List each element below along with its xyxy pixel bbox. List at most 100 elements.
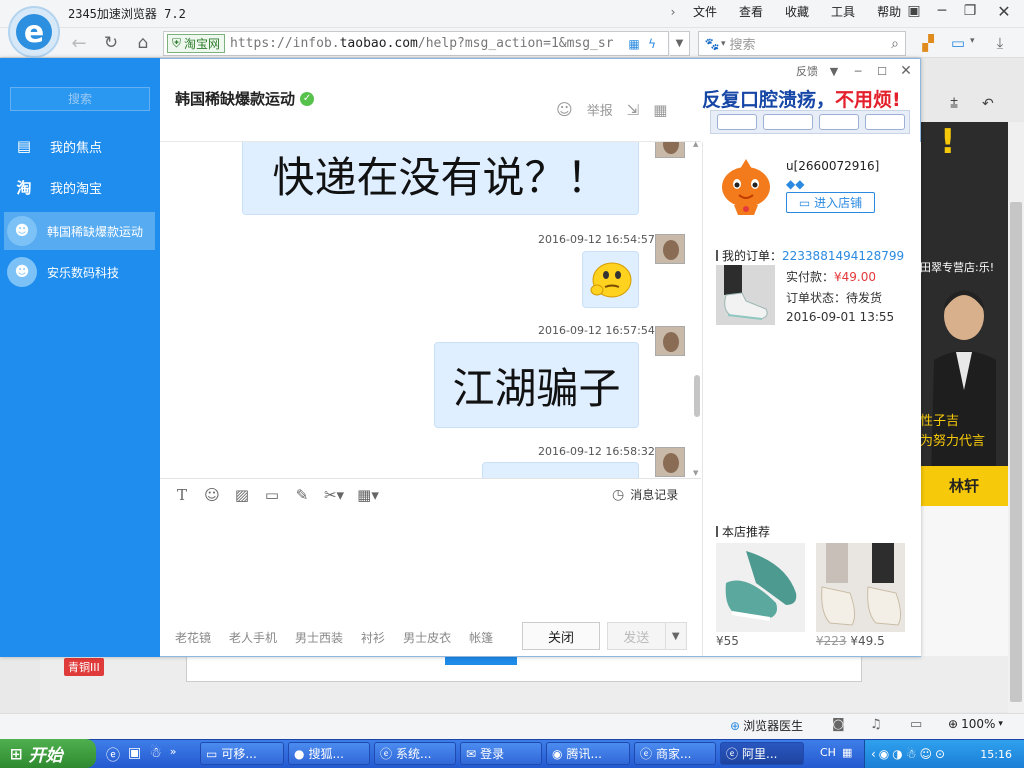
- search-engine-dropdown-icon[interactable]: ▾: [721, 39, 726, 49]
- url-text[interactable]: https://infob.taobao.com/help?msg_action…: [230, 36, 625, 51]
- menu-favorites[interactable]: 收藏: [774, 3, 820, 21]
- keyboard-icon[interactable]: ▦: [842, 746, 852, 759]
- message-scrollbar-thumb[interactable]: [694, 375, 700, 417]
- taskbar-item[interactable]: ⓔ 系统...: [374, 742, 456, 765]
- emoji-icon[interactable]: ☺: [197, 486, 227, 504]
- maximize-icon[interactable]: ☐: [874, 65, 890, 78]
- sidebar-item-store-korea[interactable]: ☻ 韩国稀缺爆款运动: [4, 212, 155, 250]
- message-scrollbar[interactable]: ▲ ▼: [693, 140, 701, 478]
- share-icon[interactable]: ⩲: [950, 96, 958, 112]
- close-chat-button[interactable]: 关闭: [522, 622, 600, 650]
- close-icon[interactable]: ✕: [898, 63, 914, 79]
- order-product-image[interactable]: [716, 265, 775, 325]
- menu-view[interactable]: 查看: [728, 3, 774, 21]
- tray-icons[interactable]: ‹◉◑☃☺⊙: [871, 747, 948, 761]
- menu-file[interactable]: 文件: [682, 3, 728, 21]
- start-button[interactable]: ⊞ 开始: [0, 739, 96, 768]
- taskbar-item[interactable]: ◉ 腾讯...: [546, 742, 630, 765]
- sidebar-item-focus[interactable]: ▤ 我的焦点: [4, 127, 155, 165]
- transfer-icon[interactable]: ⇲: [627, 101, 640, 119]
- sender-avatar: [655, 326, 685, 356]
- font-icon[interactable]: T: [167, 486, 197, 504]
- qr-icon[interactable]: ▦: [625, 37, 643, 51]
- minimize-icon[interactable]: ─: [850, 65, 866, 78]
- edit-icon[interactable]: ✎: [287, 486, 317, 504]
- browser-icon[interactable]: ⓔ: [106, 745, 120, 765]
- add-contact-icon[interactable]: ☺: [556, 100, 573, 119]
- level-badge: 青铜III: [64, 658, 104, 676]
- refresh-icon[interactable]: ↻: [100, 33, 122, 53]
- phrase-item[interactable]: 衬衫: [361, 629, 385, 646]
- order-number-link[interactable]: 2233881494128799: [782, 249, 904, 263]
- banner-shop-name: 田翠专营店:乐!: [920, 261, 995, 274]
- language-indicator[interactable]: CH: [820, 746, 836, 759]
- restore-button[interactable]: ❐: [956, 0, 984, 22]
- search-input[interactable]: 搜索: [730, 34, 756, 53]
- chevron-down-icon[interactable]: ▾: [970, 36, 975, 46]
- back-icon[interactable]: ←: [68, 33, 90, 54]
- quick-launch: ⓔ ▣ ☃ »: [106, 745, 177, 765]
- phrase-item[interactable]: 老花镜: [175, 629, 211, 646]
- search-icon[interactable]: ⌕: [891, 36, 899, 52]
- message-list[interactable]: 快递在没有说？！ 2016-09-12 16:54:57 2016-09-12 …: [160, 142, 701, 478]
- dropdown-icon[interactable]: ▼: [826, 65, 842, 78]
- menu-tools[interactable]: 工具: [820, 3, 866, 21]
- qq-icon[interactable]: ☃: [149, 745, 162, 765]
- apps-icon[interactable]: ▞: [918, 33, 938, 53]
- scroll-down-icon[interactable]: ▼: [693, 469, 698, 477]
- phrase-item[interactable]: 男士西装: [295, 629, 343, 646]
- address-bar[interactable]: ⛨ 淘宝网 https://infob.taobao.com/help?msg_a…: [163, 31, 669, 56]
- phrase-item[interactable]: 帐篷: [469, 629, 493, 646]
- taskbar-item-active[interactable]: ⓔ 阿里...: [720, 742, 804, 765]
- screen-icon[interactable]: ▭: [948, 33, 968, 53]
- shop-rating-diamonds: ◆◆: [786, 177, 805, 191]
- taskbar-item[interactable]: ✉ 登录: [460, 742, 542, 765]
- minimize-button[interactable]: ─: [928, 0, 956, 22]
- undo-icon[interactable]: ↶: [982, 96, 994, 112]
- page-scrollbar[interactable]: [1008, 122, 1024, 713]
- chevron-right-icon[interactable]: ›: [664, 5, 682, 19]
- page-scrollbar-thumb[interactable]: [1010, 202, 1022, 702]
- ad-banner[interactable]: 反复口腔溃疡，不用烦!: [702, 82, 920, 138]
- sidebar-search-input[interactable]: 搜索: [10, 87, 150, 111]
- close-button[interactable]: ✕: [990, 0, 1018, 22]
- browser-doctor-button[interactable]: ⊕ 浏览器医生: [730, 717, 803, 734]
- grid-icon[interactable]: ▦: [653, 101, 667, 119]
- lightning-icon[interactable]: ϟ: [643, 37, 661, 51]
- taskbar-item[interactable]: ● 搜狐...: [288, 742, 370, 765]
- more-icon[interactable]: »: [170, 745, 177, 765]
- download-icon[interactable]: ⤓: [990, 33, 1010, 53]
- background-dialog-button[interactable]: [445, 656, 517, 665]
- phrase-item[interactable]: 老人手机: [229, 629, 277, 646]
- scroll-up-icon[interactable]: ▲: [693, 140, 698, 148]
- message-history-button[interactable]: ◷ 消息记录: [612, 486, 678, 503]
- feedback-link[interactable]: 反馈: [796, 63, 818, 79]
- taskbar-item[interactable]: ⓔ 商家...: [634, 742, 716, 765]
- taskbar-item[interactable]: ▭ 可移...: [200, 742, 284, 765]
- volume-icon[interactable]: ♫: [870, 717, 882, 732]
- recommend-product-image[interactable]: [716, 543, 805, 632]
- gift-icon[interactable]: ▣: [128, 745, 141, 765]
- phrase-item[interactable]: 男士皮衣: [403, 629, 451, 646]
- home-icon[interactable]: ⌂: [132, 33, 154, 53]
- baidu-paw-icon[interactable]: 🐾: [703, 37, 721, 51]
- image-toggle-icon[interactable]: ◙: [832, 717, 845, 732]
- report-button[interactable]: 举报: [587, 100, 613, 119]
- send-button[interactable]: 发送 ▼: [607, 622, 687, 650]
- enter-shop-button[interactable]: ▭ 进入店铺: [786, 192, 875, 213]
- chat-title: 韩国稀缺爆款运动 ✓: [175, 88, 315, 109]
- search-box[interactable]: 🐾 ▾ 搜索 ⌕: [698, 31, 906, 56]
- address-dropdown-button[interactable]: ▼: [670, 31, 690, 56]
- skin-icon[interactable]: ▣: [900, 0, 928, 22]
- image-icon[interactable]: ▨: [227, 486, 257, 504]
- message-input[interactable]: [160, 510, 701, 618]
- sidebar-item-my-taobao[interactable]: 淘 我的淘宝: [4, 168, 155, 206]
- sidebar-item-store-anle[interactable]: ☻ 安乐数码科技: [4, 253, 155, 291]
- screenshot-icon[interactable]: ▭: [257, 486, 287, 504]
- scissors-icon[interactable]: ✂▾: [317, 486, 351, 504]
- send-options-dropdown[interactable]: ▼: [664, 623, 686, 649]
- calculator-icon[interactable]: ▦▾: [351, 486, 385, 504]
- zoom-control[interactable]: ⊕ 100% ▾: [948, 717, 1003, 731]
- recommend-product-image[interactable]: [816, 543, 905, 632]
- window-icon[interactable]: ▭: [910, 717, 922, 732]
